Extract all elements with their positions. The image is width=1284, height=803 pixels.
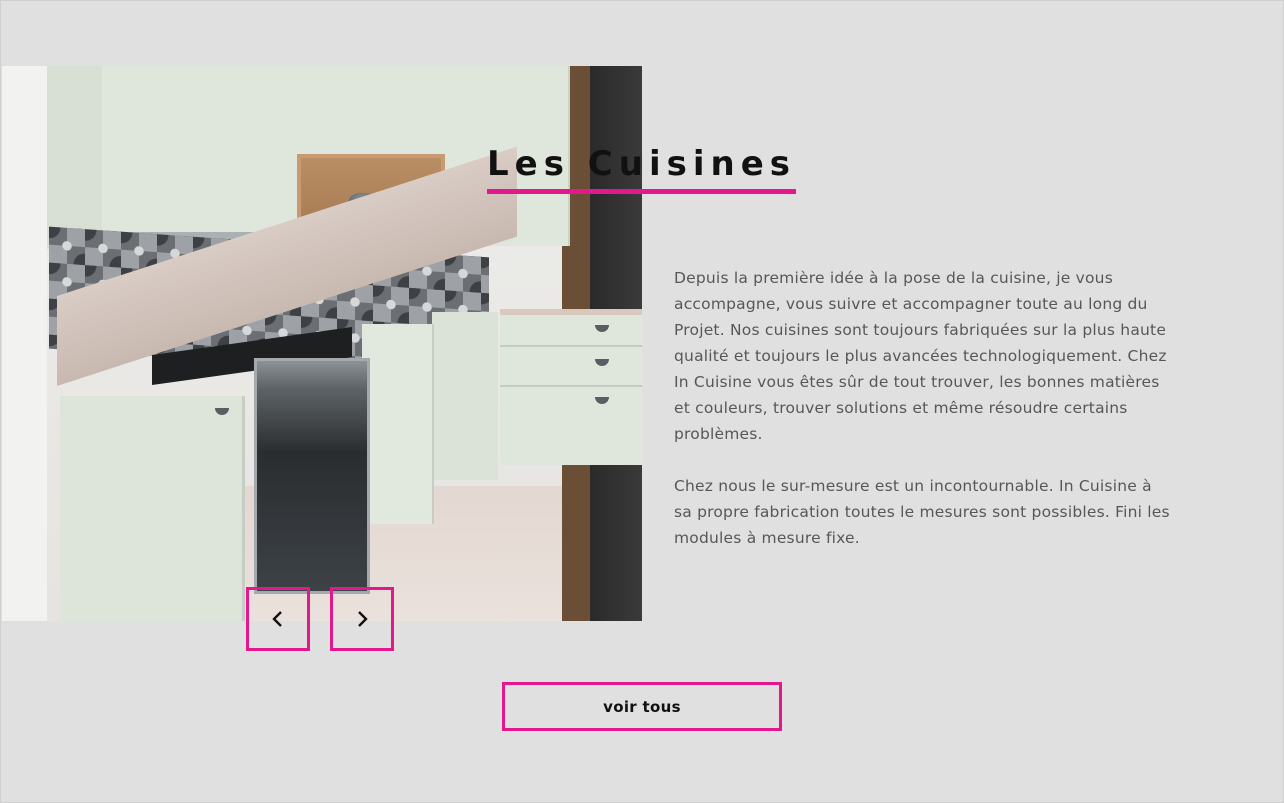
photo-upper-cabinet xyxy=(292,66,442,154)
description-paragraph: Chez nous le sur-mesure est un incontour… xyxy=(674,477,1170,547)
section-description: Depuis la première idée à la pose de la … xyxy=(674,265,1174,577)
carousel-next-button[interactable] xyxy=(330,587,394,651)
photo-upper-cabinet xyxy=(47,66,104,249)
photo-lower-cabinet xyxy=(362,324,434,524)
photo-left-wall xyxy=(2,66,47,621)
photo-drawer-cabinet xyxy=(500,309,642,465)
chevron-right-icon xyxy=(358,611,368,627)
carousel-prev-button[interactable] xyxy=(246,587,310,651)
photo-lower-cabinet xyxy=(432,312,498,480)
cabinet-handle xyxy=(215,408,229,415)
section-title: Les Cuisines xyxy=(487,144,797,184)
photo-upper-cabinet xyxy=(102,66,216,249)
drawer-handle xyxy=(595,325,609,332)
drawer-line xyxy=(500,345,642,347)
chevron-left-icon xyxy=(272,611,282,627)
title-underline xyxy=(487,189,796,194)
drawer-handle xyxy=(595,397,609,404)
description-paragraph: Depuis la première idée à la pose de la … xyxy=(674,269,1167,443)
drawer-line xyxy=(500,385,642,387)
photo-lower-cabinet xyxy=(60,396,245,621)
photo-oven xyxy=(254,358,370,594)
drawer-handle xyxy=(595,359,609,366)
voir-tous-button[interactable]: voir tous xyxy=(502,682,782,731)
